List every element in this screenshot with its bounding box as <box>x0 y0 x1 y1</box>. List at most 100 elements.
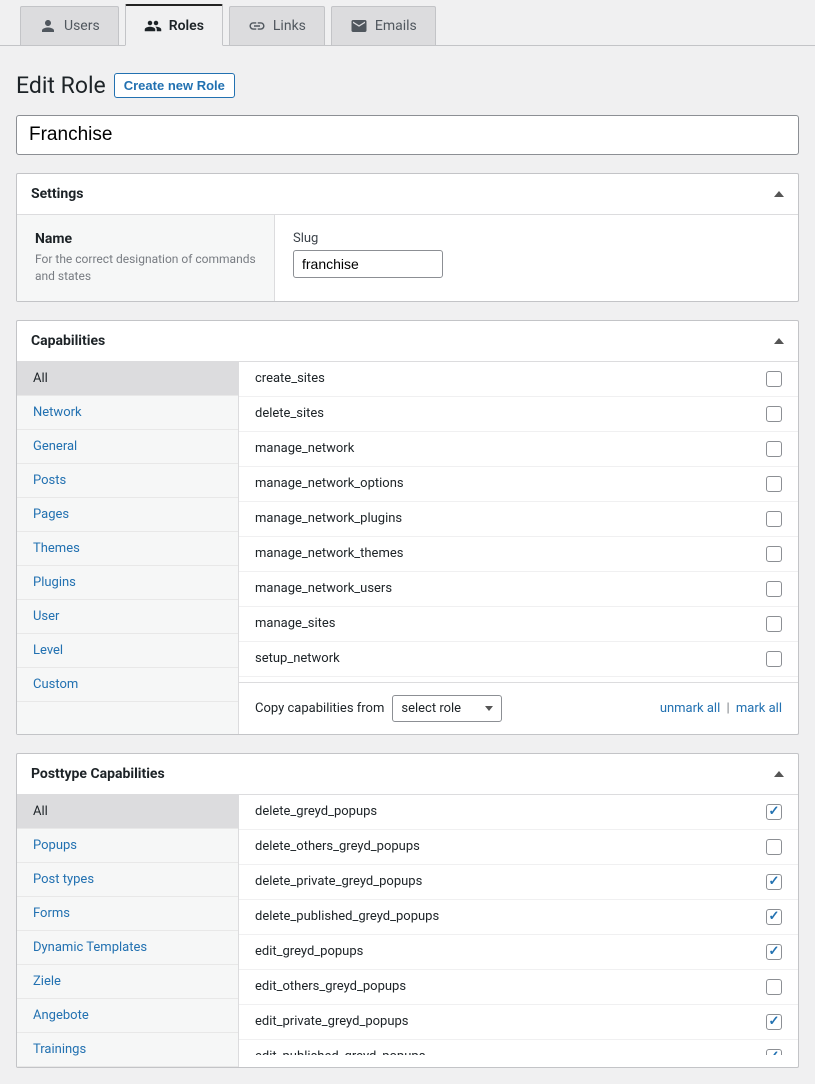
capability-row: manage_network_themes <box>239 537 798 572</box>
capability-checkbox[interactable] <box>766 581 782 597</box>
unmark-all-link[interactable]: unmark all <box>660 701 720 716</box>
capability-checkbox[interactable] <box>766 371 782 387</box>
capability-label: manage_network_users <box>255 581 392 596</box>
posttype-side-item-all[interactable]: All <box>17 795 238 829</box>
mark-all-link[interactable]: mark all <box>736 701 782 716</box>
capability-label: delete_private_greyd_popups <box>255 874 422 889</box>
slug-input[interactable] <box>293 250 443 278</box>
tab-links[interactable]: Links <box>229 6 325 45</box>
capability-checkbox[interactable] <box>766 839 782 855</box>
capability-row: manage_network_options <box>239 467 798 502</box>
capability-label: delete_published_greyd_popups <box>255 909 439 924</box>
panel-title: Capabilities <box>31 333 105 349</box>
capability-row: manage_network_plugins <box>239 502 798 537</box>
capabilities-sidebar: AllNetworkGeneralPostsPagesThemesPlugins… <box>17 362 239 734</box>
posttype-side-item-forms[interactable]: Forms <box>17 897 238 931</box>
capability-label: setup_network <box>255 651 340 666</box>
tab-label: Emails <box>375 18 417 34</box>
caret-up-icon <box>774 338 784 344</box>
capability-checkbox[interactable] <box>766 804 782 820</box>
capability-label: manage_network_themes <box>255 546 403 561</box>
cap-side-item-general[interactable]: General <box>17 430 238 464</box>
page-title: Edit Role <box>16 72 106 99</box>
capability-checkbox[interactable] <box>766 546 782 562</box>
posttype-side-item-trainings[interactable]: Trainings <box>17 1033 238 1067</box>
capability-label: delete_others_greyd_popups <box>255 839 420 854</box>
capability-label: create_sites <box>255 371 325 386</box>
capability-checkbox[interactable] <box>766 979 782 995</box>
capability-label: manage_sites <box>255 616 336 631</box>
name-desc: For the correct designation of commands … <box>35 251 256 285</box>
posttype-row: delete_greyd_popups <box>239 795 798 830</box>
capability-checkbox[interactable] <box>766 616 782 632</box>
posttype-row: edit_others_greyd_popups <box>239 970 798 1005</box>
capability-checkbox[interactable] <box>766 1014 782 1030</box>
create-role-button[interactable]: Create new Role <box>114 73 235 98</box>
capability-checkbox[interactable] <box>766 511 782 527</box>
capability-row: delete_sites <box>239 397 798 432</box>
capability-checkbox[interactable] <box>766 476 782 492</box>
capability-checkbox[interactable] <box>766 944 782 960</box>
posttype-sidebar: AllPopupsPost typesFormsDynamic Template… <box>17 795 239 1067</box>
panel-title: Posttype Capabilities <box>31 766 165 782</box>
settings-header[interactable]: Settings <box>17 174 798 215</box>
cap-side-item-user[interactable]: User <box>17 600 238 634</box>
capability-checkbox[interactable] <box>766 651 782 667</box>
name-label: Name <box>35 231 256 247</box>
capability-checkbox[interactable] <box>766 909 782 925</box>
cap-side-item-pages[interactable]: Pages <box>17 498 238 532</box>
posttype-row: delete_published_greyd_popups <box>239 900 798 935</box>
capability-label: edit_published_greyd_popups <box>255 1049 425 1055</box>
cap-side-item-plugins[interactable]: Plugins <box>17 566 238 600</box>
capability-row: setup_network <box>239 642 798 677</box>
capability-checkbox[interactable] <box>766 874 782 890</box>
capabilities-header[interactable]: Capabilities <box>17 321 798 362</box>
capability-checkbox[interactable] <box>766 1049 782 1055</box>
posttype-side-item-angebote[interactable]: Angebote <box>17 999 238 1033</box>
users-icon <box>144 17 162 35</box>
posttype-panel: Posttype Capabilities AllPopupsPost type… <box>16 753 799 1068</box>
posttype-row: delete_others_greyd_popups <box>239 830 798 865</box>
role-name-input[interactable] <box>16 115 799 155</box>
capability-row: manage_network_users <box>239 572 798 607</box>
capability-label: edit_greyd_popups <box>255 944 363 959</box>
capability-checkbox[interactable] <box>766 441 782 457</box>
capability-label: delete_sites <box>255 406 324 421</box>
capability-row: manage_network <box>239 432 798 467</box>
cap-side-item-level[interactable]: Level <box>17 634 238 668</box>
posttype-row: delete_private_greyd_popups <box>239 865 798 900</box>
posttype-side-item-dynamic-templates[interactable]: Dynamic Templates <box>17 931 238 965</box>
caret-up-icon <box>774 771 784 777</box>
capability-row: create_sites <box>239 362 798 397</box>
slug-label: Slug <box>293 231 780 246</box>
capability-row: manage_sites <box>239 607 798 642</box>
posttype-side-item-popups[interactable]: Popups <box>17 829 238 863</box>
posttype-side-item-ziele[interactable]: Ziele <box>17 965 238 999</box>
tab-label: Links <box>273 18 306 34</box>
tab-label: Users <box>64 18 100 34</box>
cap-side-item-themes[interactable]: Themes <box>17 532 238 566</box>
settings-name-block: Name For the correct designation of comm… <box>17 215 275 301</box>
capability-label: edit_others_greyd_popups <box>255 979 406 994</box>
capability-label: manage_network <box>255 441 354 456</box>
tab-roles[interactable]: Roles <box>125 4 223 46</box>
tab-label: Roles <box>169 18 204 34</box>
posttype-side-item-post-types[interactable]: Post types <box>17 863 238 897</box>
copy-role-select[interactable]: select role <box>392 695 502 722</box>
caret-up-icon <box>774 191 784 197</box>
cap-side-item-custom[interactable]: Custom <box>17 668 238 702</box>
tab-emails[interactable]: Emails <box>331 6 436 45</box>
cap-side-item-network[interactable]: Network <box>17 396 238 430</box>
cap-side-item-posts[interactable]: Posts <box>17 464 238 498</box>
capability-label: manage_network_plugins <box>255 511 402 526</box>
settings-panel: Settings Name For the correct designatio… <box>16 173 799 302</box>
capability-checkbox[interactable] <box>766 406 782 422</box>
tab-users[interactable]: Users <box>20 6 119 45</box>
capabilities-panel: Capabilities AllNetworkGeneralPostsPages… <box>16 320 799 735</box>
user-icon <box>39 17 57 35</box>
copy-label: Copy capabilities from <box>255 701 384 716</box>
posttype-header[interactable]: Posttype Capabilities <box>17 754 798 795</box>
capability-label: delete_greyd_popups <box>255 804 377 819</box>
posttype-row: edit_published_greyd_popups <box>239 1040 798 1055</box>
cap-side-item-all[interactable]: All <box>17 362 238 396</box>
